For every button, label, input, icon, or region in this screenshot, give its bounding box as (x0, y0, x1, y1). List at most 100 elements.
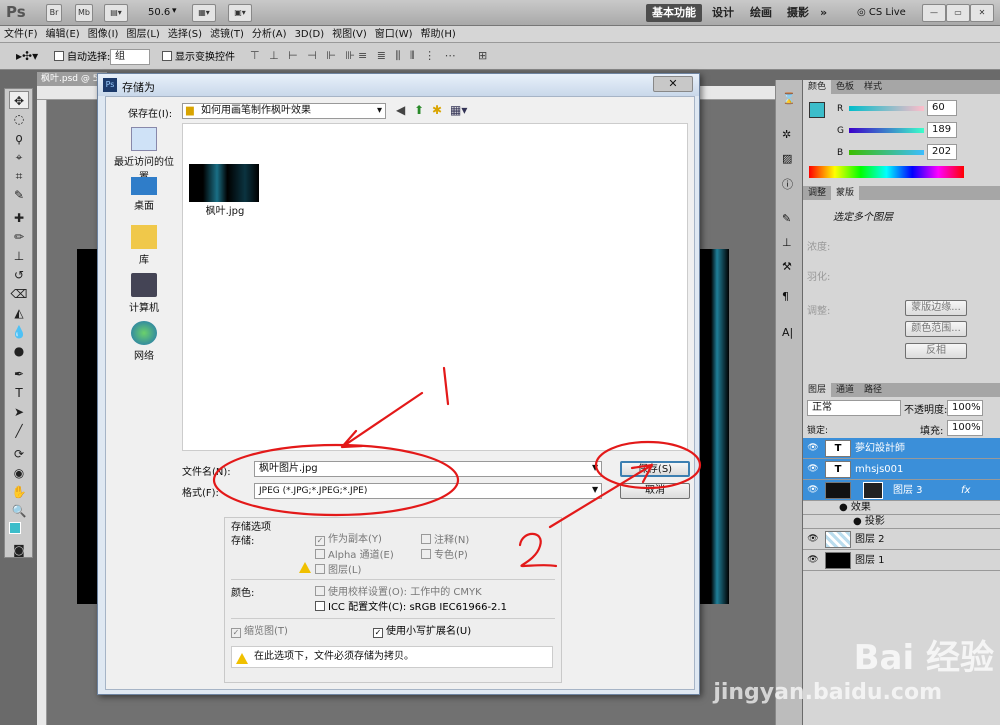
blend-mode-select[interactable]: 正常 (807, 400, 901, 416)
navigator-icon[interactable]: ▨ (782, 152, 792, 165)
hand-tool-icon[interactable]: ✋ (9, 483, 29, 501)
menu-analysis[interactable]: 分析(A) (248, 26, 291, 43)
quick-mask-icon[interactable]: ◙ (9, 541, 29, 559)
file-list[interactable]: 枫叶.jpg (182, 123, 688, 451)
workspace-painting[interactable]: 绘画 (744, 4, 778, 22)
character-icon[interactable]: A| (782, 326, 793, 339)
r-input[interactable]: 60 (927, 100, 957, 116)
eye-icon[interactable]: 👁 (806, 550, 820, 571)
format-select[interactable]: JPEG (*.JPG;*.JPEG;*.JPE) (254, 483, 602, 499)
menu-edit[interactable]: 编辑(E) (42, 26, 84, 43)
eye-icon[interactable]: 👁 (806, 529, 820, 550)
pen-tool-icon[interactable]: ✒ (9, 365, 29, 383)
tab-paths[interactable]: 路径 (859, 383, 887, 397)
effects-row[interactable]: ● 效果 (803, 501, 1000, 515)
save-in-dropdown[interactable]: ▆ 如何用画笔制作枫叶效果 ▾ (182, 103, 386, 119)
cancel-button[interactable]: 取消 (620, 483, 690, 499)
type-tool-icon[interactable]: T (9, 384, 29, 402)
3d-rotate-icon[interactable]: ⟳ (9, 445, 29, 463)
minimize-button[interactable]: — (922, 4, 946, 22)
3d-camera-icon[interactable]: ◉ (9, 464, 29, 482)
as-copy-checkbox[interactable]: ✓ 作为副本(Y) (315, 534, 382, 546)
blur-tool-icon[interactable]: 💧 (9, 323, 29, 341)
restore-button[interactable]: ▭ (946, 4, 970, 22)
notes-checkbox[interactable]: 注释(N) (421, 534, 469, 547)
invert-button[interactable]: 反相 (905, 343, 967, 359)
fx-icon[interactable]: fx (961, 480, 970, 501)
clone-source-icon[interactable]: ⊥ (782, 236, 792, 249)
clone-stamp-icon[interactable]: ⊥ (9, 247, 29, 265)
b-slider[interactable] (849, 150, 924, 155)
quick-select-icon[interactable]: ⌖ (9, 148, 29, 166)
tab-channels[interactable]: 通道 (831, 383, 859, 397)
dialog-close-button[interactable]: ✕ (653, 76, 693, 92)
eye-icon[interactable]: 👁 (806, 459, 820, 480)
back-icon[interactable]: ◀ (396, 103, 405, 117)
icc-profile-checkbox[interactable]: ICC 配置文件(C): sRGB IEC61966-2.1 (315, 601, 507, 614)
zoom-tool-icon[interactable]: 🔍 (9, 502, 29, 520)
tab-color[interactable]: 颜色 (803, 80, 832, 94)
mini-bridge-button[interactable]: Mb (75, 4, 93, 22)
cs-live-button[interactable]: ◎ CS Live (857, 7, 906, 18)
layer-row[interactable]: 👁 Tmhsjs001 (803, 459, 1000, 480)
crop-tool-icon[interactable]: ⌗ (9, 167, 29, 185)
menu-image[interactable]: 图像(I) (84, 26, 123, 43)
shape-tool-icon[interactable]: ╱ (9, 422, 29, 440)
color-range-button[interactable]: 颜色范围... (905, 321, 967, 337)
dodge-tool-icon[interactable]: ● (9, 342, 29, 360)
move-tool-icon[interactable]: ✥ (9, 91, 29, 109)
chevron-down-icon[interactable]: ▾ (172, 6, 177, 16)
lasso-tool-icon[interactable]: ϙ (9, 129, 29, 147)
history-brush-icon[interactable]: ↺ (9, 266, 29, 284)
proof-checkbox[interactable]: 使用校样设置(O): 工作中的 CMYK (315, 586, 482, 599)
tab-adjustments[interactable]: 调整 (803, 186, 831, 200)
mask-edge-button[interactable]: 蒙版边缘... (905, 300, 967, 316)
marquee-tool-icon[interactable]: ◌ (9, 110, 29, 128)
save-button[interactable]: 保存(S) (620, 461, 690, 477)
file-item[interactable]: 枫叶.jpg (189, 164, 261, 217)
alpha-checkbox[interactable]: Alpha 通道(E) (315, 549, 394, 562)
thumbnail-checkbox[interactable]: ✓ 缩览图(T) (231, 626, 288, 638)
bridge-button[interactable]: Br (46, 4, 62, 22)
fill-input[interactable]: 100% (947, 420, 983, 436)
arrange-documents-button[interactable]: ▦▾ (192, 4, 216, 22)
menu-file[interactable]: 文件(F) (0, 26, 42, 43)
show-transform-checkbox[interactable]: 显示变换控件 (162, 51, 235, 64)
g-input[interactable]: 189 (927, 122, 957, 138)
lowercase-ext-checkbox[interactable]: ✓ 使用小写扩展名(U) (373, 626, 471, 638)
eraser-icon[interactable]: ⌫ (9, 285, 29, 303)
eye-icon[interactable]: 👁 (806, 438, 820, 459)
places-desktop[interactable]: 桌面 (110, 177, 178, 212)
filename-input[interactable]: 枫叶图片.jpg (254, 461, 602, 477)
opacity-input[interactable]: 100% (947, 400, 983, 416)
workspace-photography[interactable]: 摄影 (781, 4, 815, 22)
new-folder-icon[interactable]: ✱ (432, 103, 442, 117)
tab-layers[interactable]: 图层 (803, 383, 832, 397)
g-slider[interactable] (849, 128, 924, 133)
auto-select-checkbox[interactable]: 自动选择: (54, 51, 110, 64)
layer-row[interactable]: 👁 图层 2 (803, 529, 1000, 550)
paragraph-icon[interactable]: ¶ (782, 290, 789, 303)
zoom-level[interactable]: 50.6 (148, 7, 170, 18)
chevron-down-icon[interactable]: ▼ (592, 485, 598, 494)
auto-select-dropdown[interactable]: 组 (110, 49, 150, 65)
brush-presets-icon[interactable]: ✎ (782, 212, 791, 225)
actions-icon[interactable]: ✲ (782, 128, 791, 141)
r-slider[interactable] (849, 106, 924, 111)
view-menu-icon[interactable]: ▦▾ (450, 103, 467, 117)
up-folder-icon[interactable]: ⬆ (414, 103, 424, 117)
close-button[interactable]: ✕ (970, 4, 994, 22)
menu-3d[interactable]: 3D(D) (291, 26, 329, 43)
color-ramp[interactable] (809, 166, 964, 178)
layer-row[interactable]: 👁 图层 1 (803, 550, 1000, 571)
menu-help[interactable]: 帮助(H) (417, 26, 460, 43)
spot-checkbox[interactable]: 专色(P) (421, 549, 468, 562)
tab-masks[interactable]: 蒙版 (831, 186, 860, 200)
view-extras-button[interactable]: ▤▾ (104, 4, 128, 22)
path-select-icon[interactable]: ➤ (9, 403, 29, 421)
places-recent[interactable]: 最近访问的位置 (110, 127, 178, 183)
tab-styles[interactable]: 样式 (859, 80, 887, 94)
auto-align-icon[interactable]: ⊞ (478, 49, 487, 62)
workspace-essentials[interactable]: 基本功能 (646, 4, 702, 22)
layer-row[interactable]: 👁 图层 3 fx (803, 480, 1000, 501)
